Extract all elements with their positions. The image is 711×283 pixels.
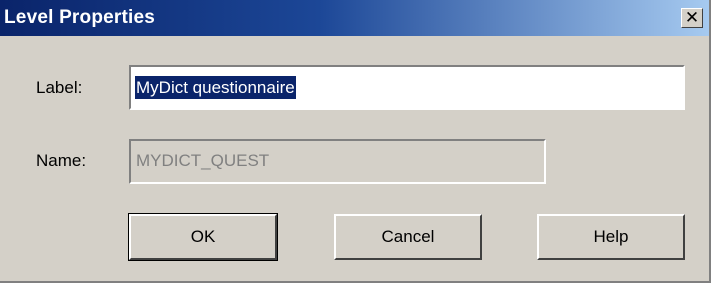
close-button[interactable]: ✕ xyxy=(681,8,703,28)
dialog-title: Level Properties xyxy=(4,7,156,28)
ok-button[interactable]: OK xyxy=(128,213,278,261)
cancel-button[interactable]: Cancel xyxy=(334,214,482,260)
name-input-value: MYDICT_QUEST xyxy=(136,151,270,170)
close-icon: ✕ xyxy=(684,8,700,27)
help-button[interactable]: Help xyxy=(537,214,685,260)
label-input-value: MyDict questionnaire xyxy=(135,76,296,99)
label-field-caption: Label: xyxy=(36,78,83,97)
name-field-caption: Name: xyxy=(36,151,87,170)
name-input: MYDICT_QUEST xyxy=(128,138,547,185)
level-properties-dialog: Level Properties ✕ Label: MyDict questio… xyxy=(0,0,711,283)
title-bar[interactable]: Level Properties ✕ xyxy=(0,0,709,36)
label-input[interactable]: MyDict questionnaire xyxy=(128,64,686,111)
